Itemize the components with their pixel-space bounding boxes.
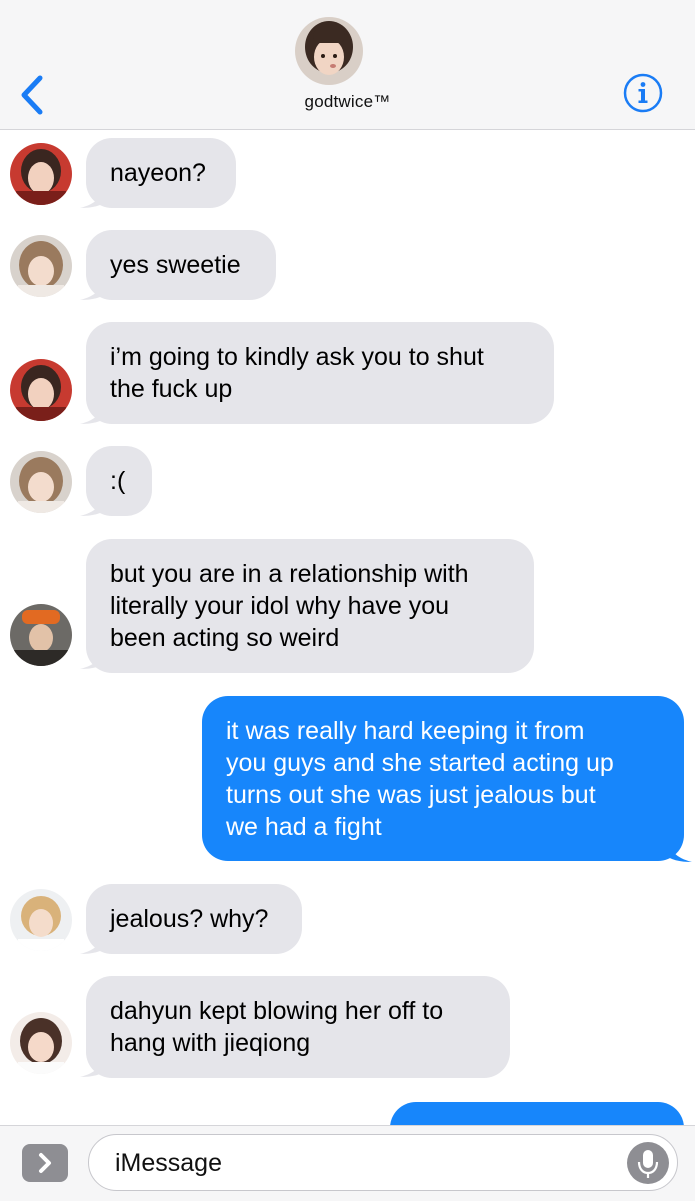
- info-button[interactable]: [622, 72, 664, 114]
- message-line: but you are in a relationship with: [110, 560, 469, 588]
- message-bubble[interactable]: i’m going to kindly ask you to shut the …: [86, 322, 554, 424]
- message-input-placeholder: iMessage: [115, 1149, 222, 1177]
- message-line: literally your idol why have you: [110, 592, 450, 620]
- message-line: we had a fight: [226, 812, 382, 841]
- message-line: the fuck up: [110, 375, 233, 403]
- message-bubble[interactable]: dahyun kept blowing her off to hang with…: [86, 976, 510, 1078]
- message-text: :(: [110, 467, 126, 495]
- member-avatar-b[interactable]: [10, 235, 72, 297]
- message-bubble[interactable]: it was really hard keeping it from you g…: [202, 696, 684, 861]
- message-text: nayeon?: [110, 159, 206, 187]
- conversation-header: godtwice™: [0, 0, 695, 130]
- message-line: it was really hard keeping it from: [226, 716, 585, 745]
- message-bubble[interactable]: jealous? why?: [86, 884, 302, 954]
- apps-button[interactable]: [22, 1144, 68, 1182]
- conversation-title[interactable]: godtwice™: [0, 92, 695, 112]
- message-line: i’m going to kindly ask you to shut: [110, 343, 484, 371]
- message-bubble[interactable]: but you are in a relationship with liter…: [86, 539, 534, 673]
- message-bubble[interactable]: :(: [86, 446, 152, 516]
- message-line: hang with jieqiong: [110, 1029, 311, 1057]
- message-thread[interactable]: nayeon? yes sweetie i’m going to kindly …: [0, 130, 695, 1125]
- member-avatar-c[interactable]: [10, 604, 72, 666]
- message-bubble[interactable]: yes sweetie: [86, 230, 276, 300]
- message-line: dahyun kept blowing her off to: [110, 997, 444, 1025]
- info-icon: [623, 73, 663, 113]
- message-input[interactable]: iMessage: [88, 1134, 678, 1191]
- member-avatar-d[interactable]: [10, 889, 72, 951]
- member-avatar-a[interactable]: [10, 143, 72, 205]
- message-bubble-partial[interactable]: [390, 1102, 684, 1125]
- member-avatar-b[interactable]: [10, 451, 72, 513]
- message-line: you guys and she started acting up: [226, 748, 614, 777]
- message-input-bar: iMessage: [0, 1125, 695, 1201]
- message-line: turns out she was just jealous but: [226, 780, 596, 809]
- group-avatar[interactable]: [295, 17, 363, 85]
- message-text: jealous? why?: [110, 905, 269, 933]
- microphone-button[interactable]: [627, 1142, 669, 1184]
- message-line: been acting so weird: [110, 624, 340, 652]
- message-bubble[interactable]: nayeon?: [86, 138, 236, 208]
- member-avatar-e[interactable]: [10, 1012, 72, 1074]
- message-text: yes sweetie: [110, 251, 241, 279]
- microphone-icon: [637, 1150, 659, 1178]
- chevron-right-icon: [39, 1153, 51, 1173]
- member-avatar-a[interactable]: [10, 359, 72, 421]
